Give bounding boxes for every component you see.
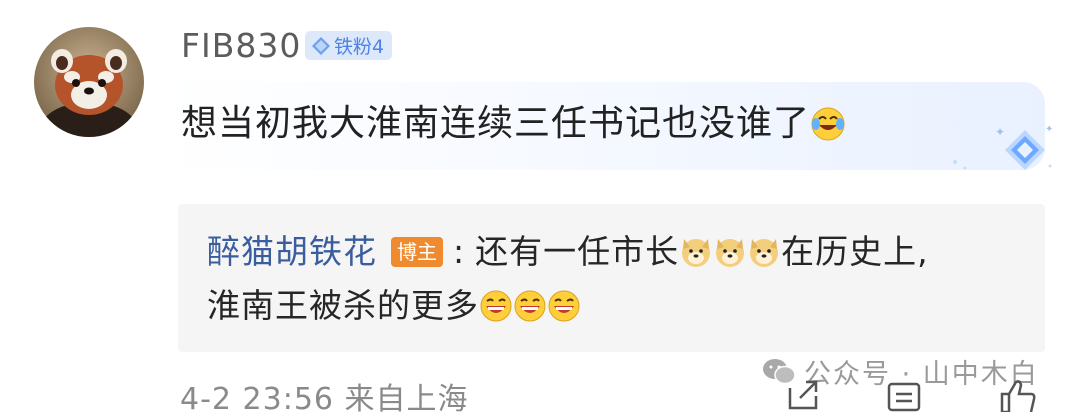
reply-box[interactable]	[178, 204, 1045, 352]
reply-text-b: 在历史上,	[781, 232, 929, 271]
reply-text-c: 淮南王被杀的更多	[207, 286, 479, 325]
red-panda-avatar-icon	[34, 27, 144, 137]
doge-icon	[750, 239, 779, 267]
sparkle-decoration-icon: ✦ ✦	[953, 124, 1053, 170]
grinning-tears-icon	[514, 290, 546, 322]
comment-icon[interactable]	[886, 378, 922, 412]
laughing-crying-icon	[811, 107, 845, 141]
host-badge: 博主	[391, 237, 443, 267]
grinning-tears-icon	[548, 290, 580, 322]
reply-separator: :	[453, 232, 466, 271]
grinning-tears-icon	[480, 290, 512, 322]
reply-username[interactable]: 醉猫胡铁花	[207, 230, 377, 274]
comment-username[interactable]: FIB830	[181, 25, 301, 67]
reply-line-1: 醉猫胡铁花 博主 : 还有一任市长 在历史上,	[207, 230, 929, 274]
comment-body: 想当初我大淮南连续三任书记也没谁了	[181, 103, 811, 144]
reply-line-2: 淮南王被杀的更多	[207, 284, 581, 328]
svg-text:✦: ✦	[1045, 124, 1053, 135]
doge-icon	[682, 239, 711, 267]
svg-text:✦: ✦	[995, 125, 1005, 139]
fan-badge-label: 铁粉4	[334, 36, 385, 58]
comment-meta: 4-2 23:56 来自上海	[180, 382, 469, 417]
like-icon[interactable]	[998, 378, 1038, 412]
comment-text: 想当初我大淮南连续三任书记也没谁了	[181, 101, 846, 147]
reply-text-a: 还有一任市长	[475, 232, 680, 271]
avatar[interactable]	[34, 27, 144, 137]
diamond-icon	[312, 36, 330, 55]
fan-badge[interactable]: 铁粉4	[305, 31, 393, 60]
share-icon[interactable]	[786, 378, 822, 412]
doge-icon	[716, 239, 745, 267]
